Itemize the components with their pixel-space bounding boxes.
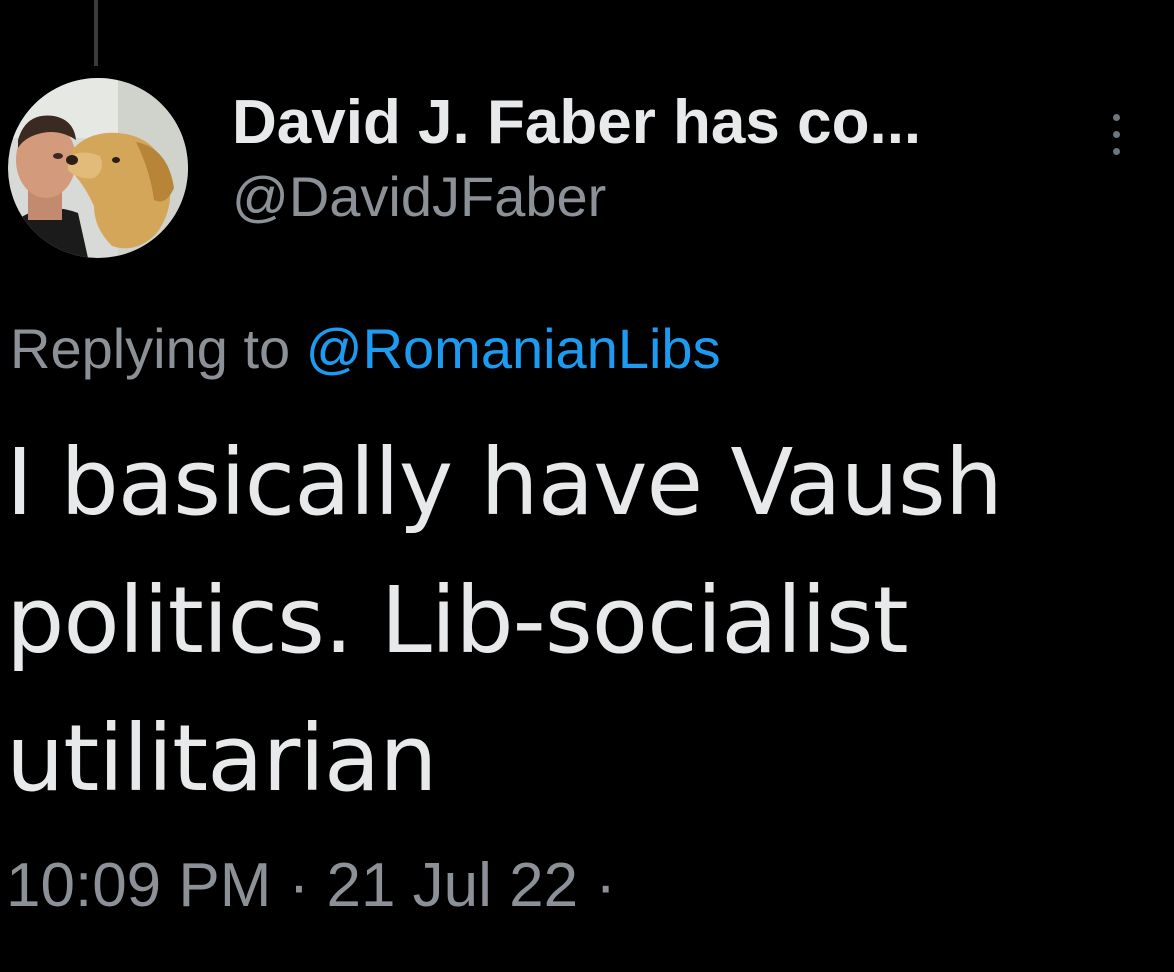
display-name[interactable]: David J. Faber has co... (232, 88, 1132, 158)
avatar[interactable] (8, 78, 188, 258)
tweet-text: I basically have Vaush politics. Lib-soc… (6, 414, 1166, 828)
more-options-button[interactable] (1100, 110, 1132, 160)
thread-connector-line (94, 0, 98, 66)
tweet-text-line: utilitarian (6, 705, 438, 812)
tweet-timestamp[interactable]: 10:09 PM · 21 Jul 22 · (6, 848, 616, 924)
replying-to-label: Replying to (10, 317, 306, 380)
reply-mention-link[interactable]: @RomanianLibs (306, 317, 721, 380)
tweet-header: David J. Faber has co... @DavidJFaber (232, 88, 1132, 230)
tweet-text-line: politics. Lib-socialist (6, 567, 909, 674)
replying-to: Replying to @RomanianLibs (10, 314, 721, 384)
tweet-text-line: I basically have Vaush (6, 429, 1003, 536)
avatar-photo-icon (8, 78, 188, 258)
tweet: David J. Faber has co... @DavidJFaber Re… (0, 0, 1174, 972)
user-handle[interactable]: @DavidJFaber (232, 164, 1132, 230)
